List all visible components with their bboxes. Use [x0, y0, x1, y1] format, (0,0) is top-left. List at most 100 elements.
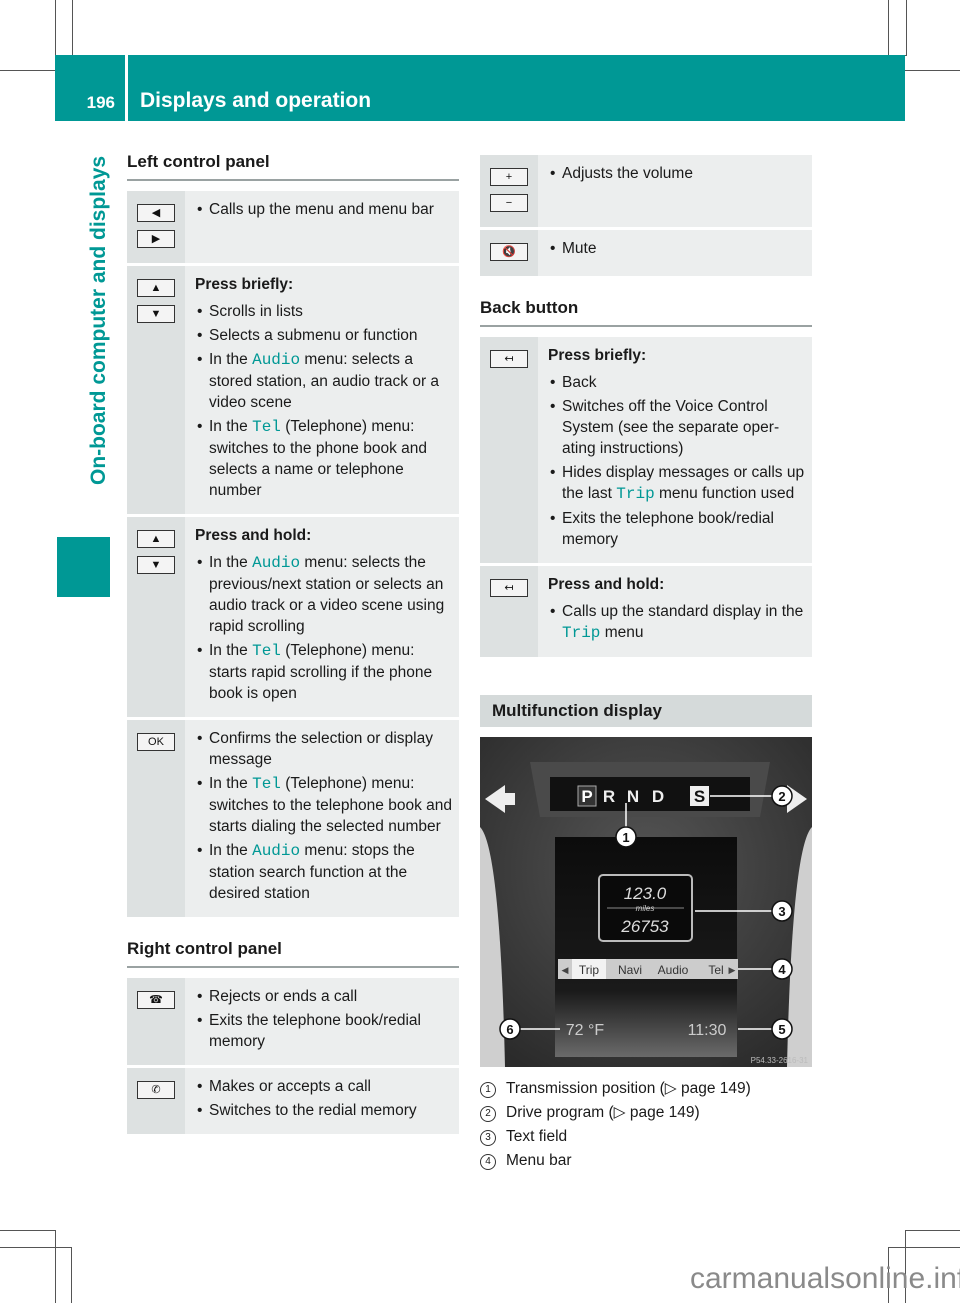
- bullet-item: In the Audio menu: selects a stored stat…: [195, 349, 453, 413]
- chapter-side-tab: On-board computer and displays: [57, 120, 117, 490]
- multifunction-display-title: Multifunction display: [480, 695, 812, 727]
- bullet-list: In the Audio menu: selects the previous/…: [195, 552, 453, 704]
- distance-unit: miles: [636, 904, 655, 913]
- control-row: ▲▼Press briefly:Scrolls in listsSelects …: [127, 263, 459, 516]
- down-arrow-key-icon: ▼: [137, 305, 175, 323]
- key-cell: ↤: [480, 563, 538, 657]
- bullet-item: In the Tel (Telephone) menu: switches to…: [195, 416, 453, 501]
- control-row: 🔇 Mute: [480, 227, 812, 276]
- description-cell: Calls up the menu and menu bar: [185, 191, 459, 265]
- menu-tab-trip: Trip: [579, 963, 600, 977]
- svg-text:3: 3: [778, 904, 785, 919]
- action-heading: Press and hold:: [195, 527, 312, 544]
- callout-5: 5: [771, 1018, 793, 1040]
- legend-text[interactable]: Transmission position (▷ page 149): [506, 1080, 751, 1097]
- bullet-item: Adjusts the volume: [548, 163, 806, 184]
- bullet-list: Adjusts the volume: [548, 163, 806, 184]
- multifunction-display-image: P R N D S 123.0 miles 26753 ◀ Trip Navi …: [480, 737, 812, 1067]
- back-button-title: Back button: [480, 298, 812, 327]
- legend-text[interactable]: Drive program (▷ page 149): [506, 1104, 700, 1121]
- back-button-table: ↤ Press briefly: Back Switches off the Voic…: [480, 337, 812, 657]
- key-cell: + −: [480, 155, 538, 229]
- crop-mark: [0, 70, 55, 71]
- instrument-cluster-illustration: P R N D S 123.0 miles 26753 ◀ Trip Navi …: [480, 737, 812, 1067]
- drive-program: S: [694, 787, 705, 806]
- legend-item: 4 Menu bar: [480, 1149, 812, 1173]
- bullet-list: Back Switches off the Voice Control Syste…: [548, 372, 806, 550]
- bullet-item: Mute: [548, 238, 806, 259]
- bullet-item: In the Audio menu: stops the station sea…: [195, 840, 453, 904]
- crop-mark: [0, 1247, 72, 1303]
- bullet-item: Switches to the redial memory: [195, 1100, 453, 1121]
- description-cell: Rejects or ends a call Exits the telephon…: [185, 978, 459, 1067]
- bullet-item: Selects a submenu or function: [195, 325, 453, 346]
- menu-tab-audio: Audio: [658, 963, 689, 977]
- volume-up-key-icon: +: [490, 168, 528, 186]
- control-row: OK Confirms the selection or display mess…: [127, 717, 459, 917]
- control-row: ✆ Makes or accepts a call Switches to the …: [127, 1065, 459, 1134]
- menu-name: Tel: [252, 775, 281, 793]
- control-row: ↤ Press briefly: Back Switches off the Voic…: [480, 337, 812, 565]
- bullet-list: Rejects or ends a call Exits the telephon…: [195, 986, 453, 1052]
- key-cell: ✆: [127, 1065, 185, 1134]
- description-cell: Makes or accepts a call Switches to the r…: [185, 1065, 459, 1134]
- bullet-item: Switches off the Voice Control System (s…: [548, 396, 806, 459]
- menu-name: Trip: [562, 624, 601, 642]
- legend-number: 4: [480, 1154, 496, 1170]
- right-control-panel-table: ☎ Rejects or ends a call Exits the telepho…: [127, 978, 459, 1134]
- description-cell: Mute: [538, 227, 812, 276]
- back-key-icon: ↤: [490, 579, 528, 597]
- menu-name: Audio: [252, 351, 301, 369]
- svg-text:2: 2: [778, 789, 785, 804]
- menu-tab-navi: Navi: [618, 963, 642, 977]
- bullet-list: Calls up the menu and menu bar: [195, 199, 453, 220]
- page-number-box: 196: [55, 55, 125, 121]
- description-cell: Press and hold: Calls up the standard dis…: [538, 563, 812, 657]
- gear-p: P: [581, 787, 592, 806]
- right-arrow-key-icon: ▶: [137, 230, 175, 248]
- callout-3: 3: [771, 900, 793, 922]
- bullet-item: Calls up the standard display in the Tri…: [548, 601, 806, 644]
- legend-number: 1: [480, 1082, 496, 1098]
- control-row: ◀ ▶ Calls up the menu and menu bar: [127, 191, 459, 265]
- svg-text:5: 5: [778, 1022, 785, 1037]
- menu-name: Trip: [616, 485, 655, 503]
- down-arrow-key-icon: ▼: [137, 556, 175, 574]
- legend-text: Menu bar: [506, 1152, 572, 1169]
- crop-mark: [888, 0, 907, 56]
- header-bar: Displays and operation: [128, 55, 905, 121]
- legend-item: 1 Transmission position (▷ page 149): [480, 1077, 812, 1101]
- action-heading: Press and hold:: [548, 576, 665, 593]
- bullet-item: Rejects or ends a call: [195, 986, 453, 1007]
- action-heading: Press briefly:: [195, 276, 294, 293]
- watermark: carmanualsonline.info: [690, 1262, 960, 1295]
- callout-6: 6: [499, 1018, 521, 1040]
- mute-key-icon: 🔇: [490, 243, 528, 261]
- description-cell: Adjusts the volume: [538, 155, 812, 229]
- menu-right-arrow: ▶: [729, 965, 736, 975]
- menu-name: Tel: [252, 642, 281, 660]
- menu-name: Tel: [252, 418, 281, 436]
- bullet-list: Confirms the selection or display messag…: [195, 728, 453, 904]
- left-control-panel-title: Left control panel: [127, 152, 459, 181]
- back-key-icon: ↤: [490, 350, 528, 368]
- bullet-item: Makes or accepts a call: [195, 1076, 453, 1097]
- bullet-list: Scrolls in lists Selects a submenu or fun…: [195, 301, 453, 501]
- key-cell: ▲ ▼: [127, 514, 185, 719]
- ok-key-icon: OK: [137, 733, 175, 751]
- bullet-item: Scrolls in lists: [195, 301, 453, 322]
- left-column: Left control panel ◀ ▶ Calls up the menu a…: [127, 152, 459, 1134]
- description-cell: Press and hold: In the Audio menu: select…: [185, 514, 459, 719]
- menu-name: Audio: [252, 842, 301, 860]
- svg-text:4: 4: [778, 962, 786, 977]
- key-cell: ☎: [127, 978, 185, 1067]
- outside-temperature: 72 °F: [566, 1022, 605, 1039]
- legend-number: 2: [480, 1106, 496, 1122]
- left-arrow-key-icon: ◀: [137, 204, 175, 222]
- key-cell: ▲ ▼: [127, 263, 185, 516]
- crop-mark: [55, 0, 73, 56]
- bullet-list: Makes or accepts a call Switches to the r…: [195, 1076, 453, 1121]
- chapter-title: On-board computer and displays: [87, 155, 110, 485]
- up-arrow-key-icon: ▲: [137, 279, 175, 297]
- description-cell: Press briefly: Scrolls in lists Selects a …: [185, 263, 459, 516]
